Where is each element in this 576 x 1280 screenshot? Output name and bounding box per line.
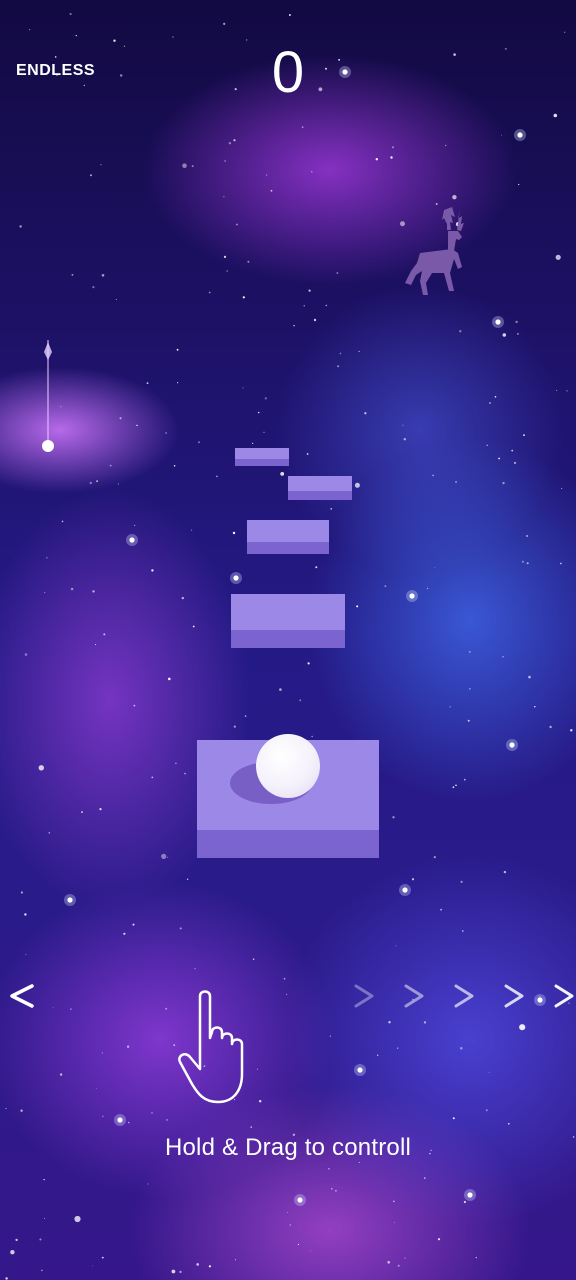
- hanging-orb-icon: [42, 340, 54, 452]
- deer-icon: [405, 207, 464, 295]
- score-counter: 0: [271, 40, 305, 105]
- right-chevron-icon: [354, 984, 374, 1008]
- control-hint-text: Hold & Drag to controll: [164, 1134, 412, 1161]
- game-screen[interactable]: ENDLESS 0 Hold & Drag to controll: [0, 0, 576, 1280]
- right-chevron-icon: [404, 984, 424, 1008]
- right-chevron-icon: [504, 984, 524, 1008]
- platform-tile: [231, 594, 345, 648]
- platform-tile: [288, 476, 352, 500]
- right-chevron-icon: [454, 984, 474, 1008]
- platform-tile: [247, 520, 329, 554]
- player-ball: [256, 734, 320, 798]
- hand-pointer-icon: [178, 990, 244, 1104]
- left-arrow-icon: [10, 984, 34, 1008]
- right-chevron-icon: [554, 984, 574, 1008]
- platform-tile: [235, 448, 289, 466]
